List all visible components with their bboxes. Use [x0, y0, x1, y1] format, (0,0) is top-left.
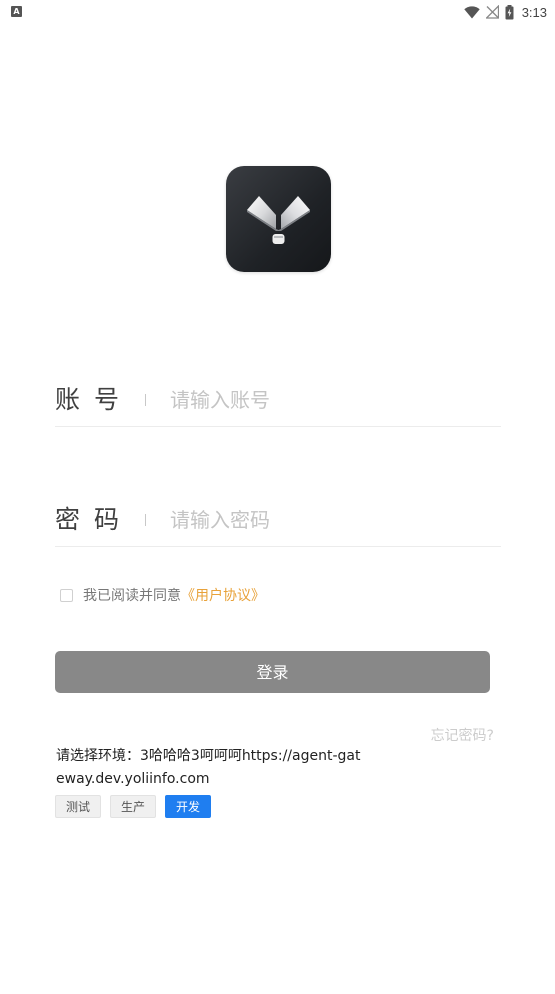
- wifi-icon: [463, 5, 480, 19]
- battery-charging-icon: [505, 4, 514, 20]
- no-signal-icon: [485, 5, 499, 19]
- env-test-button[interactable]: 测试: [55, 795, 102, 818]
- agreement-row: 我已阅读并同意 《用户协议》: [60, 584, 265, 606]
- account-input[interactable]: [170, 380, 500, 420]
- a-notification-icon: A: [11, 6, 22, 17]
- status-bar: A 3:13: [0, 0, 555, 24]
- environment-prompt: 请选择环境：3哈哈哈3呵呵呵https://agent-gateway.dev.…: [56, 748, 361, 787]
- password-row: 密码: [55, 496, 501, 547]
- environment-options: 测试 生产 开发: [55, 795, 212, 818]
- env-production-button[interactable]: 生产: [110, 795, 157, 818]
- forgot-password-link[interactable]: 忘记密码?: [431, 725, 494, 745]
- login-button[interactable]: 登录: [55, 651, 490, 693]
- agreement-text: 我已阅读并同意: [83, 588, 181, 604]
- app-logo-icon: [226, 166, 331, 272]
- password-label: 密码: [55, 505, 134, 534]
- user-agreement-link[interactable]: 《用户协议》: [181, 585, 265, 605]
- account-row: 账号: [55, 376, 501, 427]
- status-time: 3:13: [521, 4, 547, 20]
- account-label: 账号: [55, 385, 134, 414]
- env-development-button[interactable]: 开发: [165, 795, 212, 818]
- password-divider: [145, 514, 146, 526]
- password-input[interactable]: [170, 500, 500, 540]
- status-icons: 3:13: [463, 2, 547, 22]
- account-divider: [145, 394, 146, 406]
- agreement-checkbox[interactable]: [60, 588, 73, 602]
